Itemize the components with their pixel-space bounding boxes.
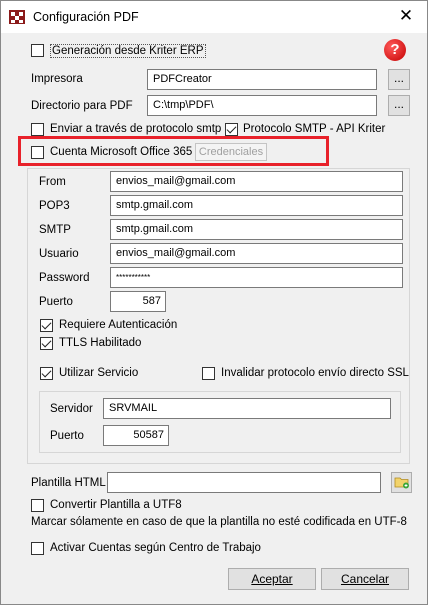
server-input[interactable]: SRVMAIL — [103, 398, 391, 419]
server-label: Servidor — [50, 403, 93, 415]
pop3-label: POP3 — [39, 200, 70, 212]
utf8-checkbox[interactable] — [31, 499, 44, 512]
app-icon — [9, 10, 25, 24]
requires-auth-checkbox[interactable] — [40, 319, 53, 332]
utf8-note: Marcar sólamente en caso de que la plant… — [31, 516, 407, 528]
ttls-checkbox[interactable] — [40, 337, 53, 350]
service-port-label: Puerto — [50, 430, 84, 442]
user-label: Usuario — [39, 248, 79, 260]
invalidate-ssl-checkbox[interactable] — [202, 367, 215, 380]
requires-auth-label: Requiere Autenticación — [59, 319, 178, 331]
open-folder-icon — [394, 477, 409, 489]
pdf-directory-label: Directorio para PDF — [31, 100, 133, 112]
password-input[interactable]: *********** — [110, 267, 403, 288]
ttls-label: TTLS Habilitado — [59, 337, 142, 349]
title-bar: Configuración PDF ✕ — [1, 1, 427, 33]
from-label: From — [39, 176, 66, 188]
smtp-api-label: Protocolo SMTP - API Kriter — [243, 123, 386, 135]
work-center-label: Activar Cuentas según Centro de Trabajo — [50, 542, 261, 554]
config-pdf-dialog: Configuración PDF ✕ Generación desde Kri… — [0, 0, 428, 605]
password-label: Password — [39, 272, 90, 284]
close-icon: ✕ — [398, 6, 414, 25]
cancel-label: Cancelar — [340, 572, 390, 586]
directory-browse-button[interactable]: ... — [388, 95, 410, 116]
cancel-button[interactable]: Cancelar — [321, 568, 409, 590]
close-button[interactable]: ✕ — [391, 5, 421, 29]
use-service-checkbox[interactable] — [40, 367, 53, 380]
work-center-checkbox[interactable] — [31, 542, 44, 555]
send-smtp-checkbox[interactable] — [31, 123, 44, 136]
open-folder-button[interactable] — [391, 472, 412, 493]
printer-label: Impresora — [31, 73, 83, 85]
kriter-erp-checkbox[interactable] — [31, 44, 44, 57]
user-input[interactable]: envios_mail@gmail.com — [110, 243, 403, 264]
annotation-highlight-box — [18, 136, 329, 166]
accept-button[interactable]: Aceptar — [228, 568, 316, 590]
kriter-erp-label: Generación desde Kriter ERP — [50, 44, 206, 58]
invalidate-ssl-label: Invalidar protocolo envío directo SSL — [221, 367, 409, 379]
smtp-api-checkbox[interactable] — [225, 123, 238, 136]
port-label: Puerto — [39, 296, 73, 308]
window-title: Configuración PDF — [33, 10, 139, 24]
use-service-label: Utilizar Servicio — [59, 367, 139, 379]
service-port-input[interactable]: 50587 — [103, 425, 169, 446]
utf8-label: Convertir Plantilla a UTF8 — [50, 499, 182, 511]
html-template-label: Plantilla HTML — [31, 477, 106, 489]
port-input[interactable]: 587 — [110, 291, 166, 312]
smtp-label: SMTP — [39, 224, 71, 236]
pop3-input[interactable]: smtp.gmail.com — [110, 195, 403, 216]
accept-label: Aceptar — [251, 572, 293, 586]
send-smtp-label: Enviar a través de protocolo smtp — [50, 123, 222, 135]
smtp-input[interactable]: smtp.gmail.com — [110, 219, 403, 240]
help-icon[interactable]: ? — [384, 39, 406, 61]
from-input[interactable]: envios_mail@gmail.com — [110, 171, 403, 192]
printer-input[interactable]: PDFCreator — [147, 69, 377, 90]
html-template-input[interactable] — [107, 472, 381, 493]
printer-browse-button[interactable]: ... — [388, 69, 410, 90]
pdf-directory-input[interactable]: C:\tmp\PDF\ — [147, 95, 377, 116]
